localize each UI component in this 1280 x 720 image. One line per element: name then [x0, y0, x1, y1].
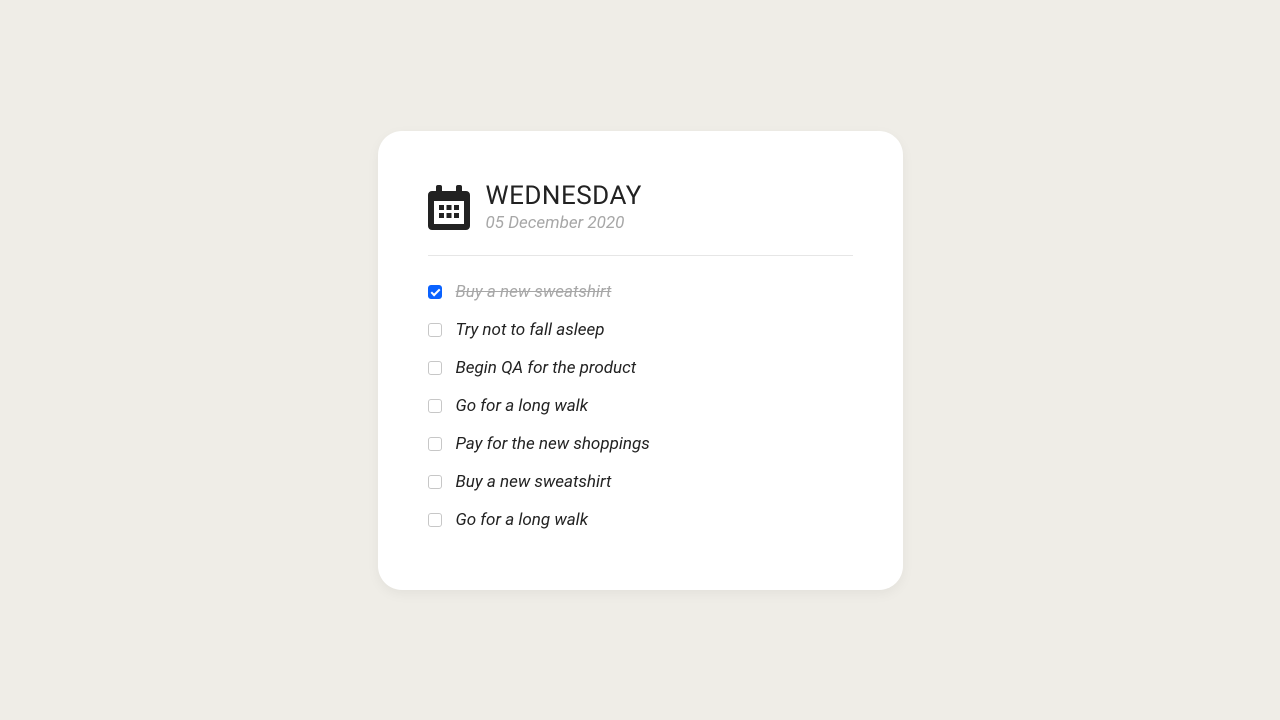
todo-item: Try not to fall asleep: [428, 320, 853, 340]
todo-item: Go for a long walk: [428, 510, 853, 530]
todo-checkbox[interactable]: [428, 475, 442, 489]
todo-item: Buy a new sweatshirt: [428, 282, 853, 302]
todo-label[interactable]: Go for a long walk: [456, 396, 589, 416]
todo-checkbox[interactable]: [428, 361, 442, 375]
todo-list: Buy a new sweatshirt Try not to fall asl…: [428, 282, 853, 530]
todo-item: Begin QA for the product: [428, 358, 853, 378]
todo-label[interactable]: Buy a new sweatshirt: [456, 472, 612, 492]
todo-label[interactable]: Try not to fall asleep: [456, 320, 605, 340]
calendar-icon: [428, 184, 470, 230]
todo-checkbox[interactable]: [428, 399, 442, 413]
todo-label[interactable]: Begin QA for the product: [456, 358, 637, 378]
todo-checkbox[interactable]: [428, 437, 442, 451]
todo-item: Go for a long walk: [428, 396, 853, 416]
todo-label[interactable]: Go for a long walk: [456, 510, 589, 530]
date: 05 December 2020: [486, 213, 642, 233]
todo-label[interactable]: Buy a new sweatshirt: [456, 282, 612, 302]
todo-checkbox[interactable]: [428, 513, 442, 527]
todo-item: Pay for the new shoppings: [428, 434, 853, 454]
todo-checkbox[interactable]: [428, 323, 442, 337]
divider: [428, 255, 853, 256]
card-header: WEDNESDAY 05 December 2020: [428, 181, 853, 233]
todo-item: Buy a new sweatshirt: [428, 472, 853, 492]
day-name: WEDNESDAY: [486, 181, 642, 211]
header-text: WEDNESDAY 05 December 2020: [486, 181, 642, 233]
todo-card: WEDNESDAY 05 December 2020 Buy a new swe…: [378, 131, 903, 590]
todo-label[interactable]: Pay for the new shoppings: [456, 434, 650, 454]
todo-checkbox[interactable]: [428, 285, 442, 299]
